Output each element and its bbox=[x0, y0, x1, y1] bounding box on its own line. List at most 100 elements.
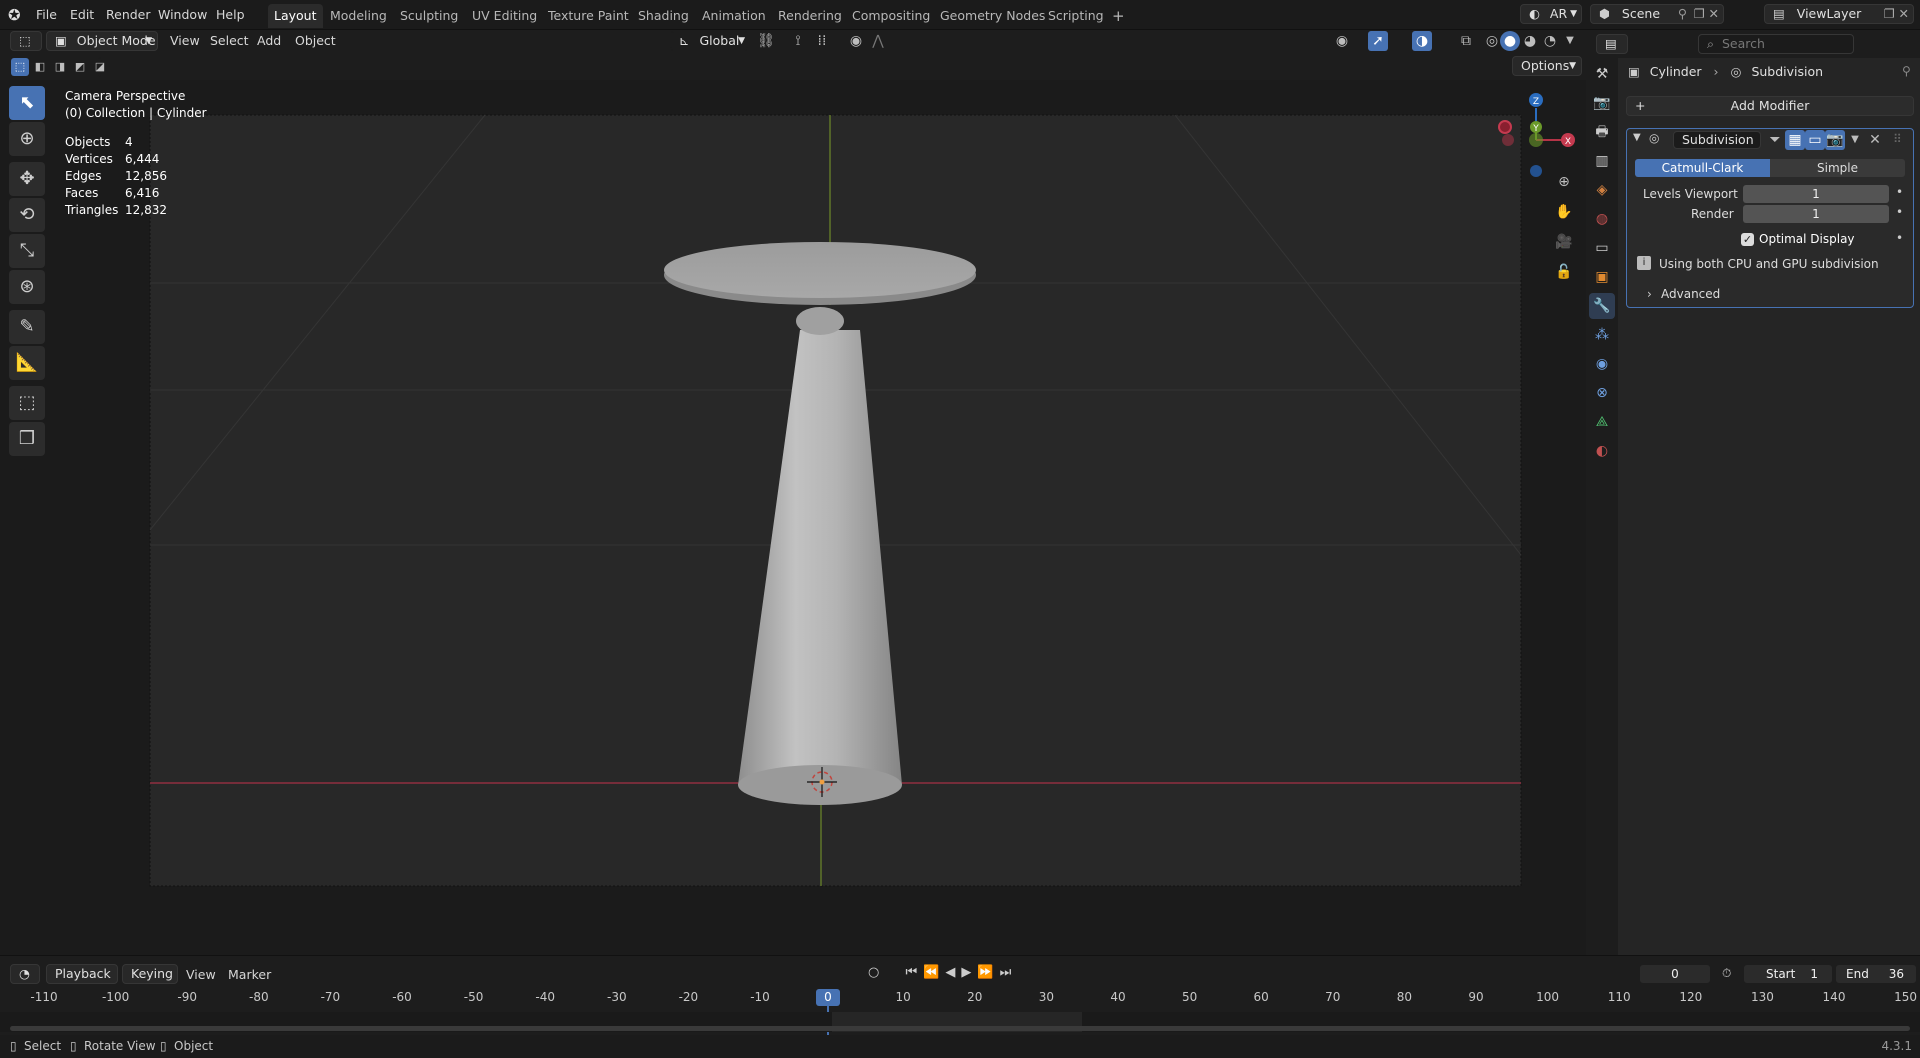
select-intersect-icon[interactable]: ◪ bbox=[91, 58, 109, 76]
duplicate-layer-icon[interactable]: ❐ bbox=[1884, 5, 1895, 23]
play-icon[interactable]: ▶ bbox=[961, 965, 977, 980]
keyframe-dot-icon[interactable]: • bbox=[1896, 185, 1903, 199]
simple-option[interactable]: Simple bbox=[1770, 159, 1905, 177]
timeline-editor-type[interactable]: ◔ bbox=[10, 964, 40, 984]
prev-keyframe-icon[interactable]: ⏪ bbox=[923, 965, 945, 980]
material-shading-icon[interactable]: ◕ bbox=[1520, 31, 1540, 51]
visibility-icon[interactable]: ◉ bbox=[1332, 31, 1352, 51]
remove-modifier-icon[interactable]: ✕ bbox=[1865, 130, 1885, 150]
tab-scripting[interactable]: Scripting bbox=[1042, 4, 1110, 28]
pivot-icon[interactable]: ⛓ bbox=[756, 31, 776, 51]
editor-type-selector[interactable]: ⬚ bbox=[10, 31, 42, 51]
timeline-scrollbar[interactable] bbox=[10, 1026, 1910, 1031]
modifier-name-field[interactable]: Subdivision bbox=[1673, 131, 1761, 149]
delete-layer-icon[interactable]: ✕ bbox=[1899, 5, 1909, 23]
next-keyframe-icon[interactable]: ⏩ bbox=[977, 965, 999, 980]
menu-view[interactable]: View bbox=[170, 33, 200, 48]
pin-icon[interactable]: ⚲ bbox=[1902, 64, 1911, 78]
add-primitive-tool-icon[interactable]: ❒ bbox=[9, 422, 45, 456]
menu-select[interactable]: Select bbox=[210, 33, 249, 48]
menu-file[interactable]: File bbox=[36, 7, 57, 22]
wireframe-shading-icon[interactable]: ◎ bbox=[1482, 31, 1502, 51]
material-tab-icon[interactable]: ◐ bbox=[1589, 438, 1615, 464]
duplicate-scene-icon[interactable]: ❐ bbox=[1694, 5, 1705, 23]
keyframe-dot-icon[interactable]: • bbox=[1896, 205, 1903, 219]
stopwatch-icon[interactable]: ⏱ bbox=[1722, 966, 1731, 981]
3d-viewport[interactable]: ⬉ ⊕ ✥ ⟲ ⤡ ⊛ ✎ 📐 ⬚ ❒ Camera Perspective (… bbox=[0, 80, 1586, 955]
modifier-tab-icon[interactable]: 🔧 bbox=[1589, 293, 1615, 319]
rotate-tool-icon[interactable]: ⟲ bbox=[9, 198, 45, 232]
menu-object[interactable]: Object bbox=[295, 33, 336, 48]
tab-texture-paint[interactable]: Texture Paint bbox=[542, 4, 635, 28]
jump-end-icon[interactable]: ⏭ bbox=[1000, 965, 1018, 980]
gizmo-toggle-icon[interactable]: ➚ bbox=[1368, 31, 1388, 51]
current-frame-field[interactable]: 0 bbox=[1640, 965, 1710, 983]
advanced-section-label[interactable]: Advanced bbox=[1661, 287, 1720, 301]
render-engine-selector[interactable]: ◐ AR ▼ bbox=[1520, 4, 1582, 24]
select-new-icon[interactable]: ⬚ bbox=[11, 58, 29, 76]
delete-scene-icon[interactable]: ✕ bbox=[1709, 5, 1719, 23]
add-modifier-button[interactable]: + Add Modifier bbox=[1626, 96, 1914, 116]
world-tab-icon[interactable]: ◍ bbox=[1589, 206, 1615, 232]
render-levels-field[interactable]: 1 bbox=[1743, 205, 1889, 223]
blender-logo-icon[interactable]: ✪ bbox=[8, 6, 26, 24]
mode-selector[interactable]: ▣ Object Mode ▼ bbox=[46, 31, 158, 51]
menu-render[interactable]: Render bbox=[106, 7, 151, 22]
menu-edit[interactable]: Edit bbox=[70, 7, 94, 22]
annotate-tool-icon[interactable]: ✎ bbox=[9, 310, 45, 344]
solid-shading-icon[interactable]: ● bbox=[1500, 31, 1520, 51]
menu-add[interactable]: Add bbox=[257, 33, 281, 48]
lock-icon[interactable]: 🔓 bbox=[1554, 262, 1574, 282]
marker-menu[interactable]: Marker bbox=[228, 967, 271, 982]
timeline-track[interactable] bbox=[0, 1012, 1920, 1032]
particles-tab-icon[interactable]: ⁂ bbox=[1589, 322, 1615, 348]
keyframe-dot-icon[interactable]: • bbox=[1896, 231, 1903, 245]
view-layer-tab-icon[interactable]: ▥ bbox=[1589, 148, 1615, 174]
end-frame-field[interactable]: End 36 bbox=[1836, 965, 1916, 983]
scene-tab-icon[interactable]: ◈ bbox=[1589, 177, 1615, 203]
tab-shading[interactable]: Shading bbox=[632, 4, 695, 28]
overlay-toggle-icon[interactable]: ◑ bbox=[1412, 31, 1432, 51]
collapse-chevron-icon[interactable]: ▼ bbox=[1633, 132, 1641, 143]
snap-icon[interactable]: ⟟ bbox=[788, 31, 808, 51]
add-workspace-icon[interactable]: + bbox=[1106, 4, 1131, 28]
select-box-tool-icon[interactable]: ⬉ bbox=[9, 86, 45, 120]
record-icon[interactable] bbox=[1498, 120, 1512, 134]
pan-hand-icon[interactable]: ✋ bbox=[1554, 202, 1574, 222]
zoom-icon[interactable]: ⊕ bbox=[1554, 172, 1574, 192]
select-extend-icon[interactable]: ◧ bbox=[31, 58, 49, 76]
realtime-icon[interactable]: ▭ bbox=[1805, 130, 1825, 150]
playback-menu[interactable]: Playback bbox=[46, 964, 118, 984]
transform-orientation-selector[interactable]: ⊾ Global ▼ bbox=[670, 31, 748, 51]
physics-tab-icon[interactable]: ◉ bbox=[1589, 351, 1615, 377]
rendered-shading-icon[interactable]: ◔ bbox=[1540, 31, 1560, 51]
proportional-edit-icon[interactable]: ◉ bbox=[846, 31, 866, 51]
timeline-view-menu[interactable]: View bbox=[186, 967, 216, 982]
play-reverse-icon[interactable]: ◀ bbox=[945, 965, 961, 980]
collection-tab-icon[interactable]: ▭ bbox=[1589, 235, 1615, 261]
pin-icon[interactable]: ⚲ bbox=[1678, 5, 1687, 23]
xray-icon[interactable]: ⧉ bbox=[1456, 31, 1476, 51]
object-tab-icon[interactable]: ▣ bbox=[1589, 264, 1615, 290]
select-invert-icon[interactable]: ◩ bbox=[71, 58, 89, 76]
data-tab-icon[interactable]: ⟁ bbox=[1589, 409, 1615, 435]
navigation-gizmo[interactable]: Z X Y bbox=[1500, 90, 1580, 180]
cursor-tool-icon[interactable]: ⊕ bbox=[9, 122, 45, 156]
tab-animation[interactable]: Animation bbox=[696, 4, 772, 28]
tab-sculpting[interactable]: Sculpting bbox=[394, 4, 464, 28]
tab-uv-editing[interactable]: UV Editing bbox=[466, 4, 543, 28]
keying-menu[interactable]: Keying bbox=[122, 964, 178, 984]
transform-tool-icon[interactable]: ⊛ bbox=[9, 270, 45, 304]
camera-view-icon[interactable]: 🎥 bbox=[1554, 232, 1574, 252]
levels-viewport-field[interactable]: 1 bbox=[1743, 185, 1889, 203]
editmode-icon[interactable]: ▦ bbox=[1785, 130, 1805, 150]
edit-cage-icon[interactable]: ⏷ bbox=[1765, 130, 1785, 150]
shading-options-chevron-icon[interactable]: ▼ bbox=[1560, 31, 1580, 51]
render-icon[interactable]: 📷 bbox=[1825, 130, 1845, 150]
start-frame-field[interactable]: Start 1 bbox=[1744, 965, 1832, 983]
chevron-right-icon[interactable]: › bbox=[1647, 287, 1652, 301]
select-subtract-icon[interactable]: ◨ bbox=[51, 58, 69, 76]
auto-keying-icon[interactable]: ○ bbox=[868, 965, 885, 980]
scale-tool-icon[interactable]: ⤡ bbox=[9, 234, 45, 268]
render-tab-icon[interactable]: 📷 bbox=[1589, 90, 1615, 116]
